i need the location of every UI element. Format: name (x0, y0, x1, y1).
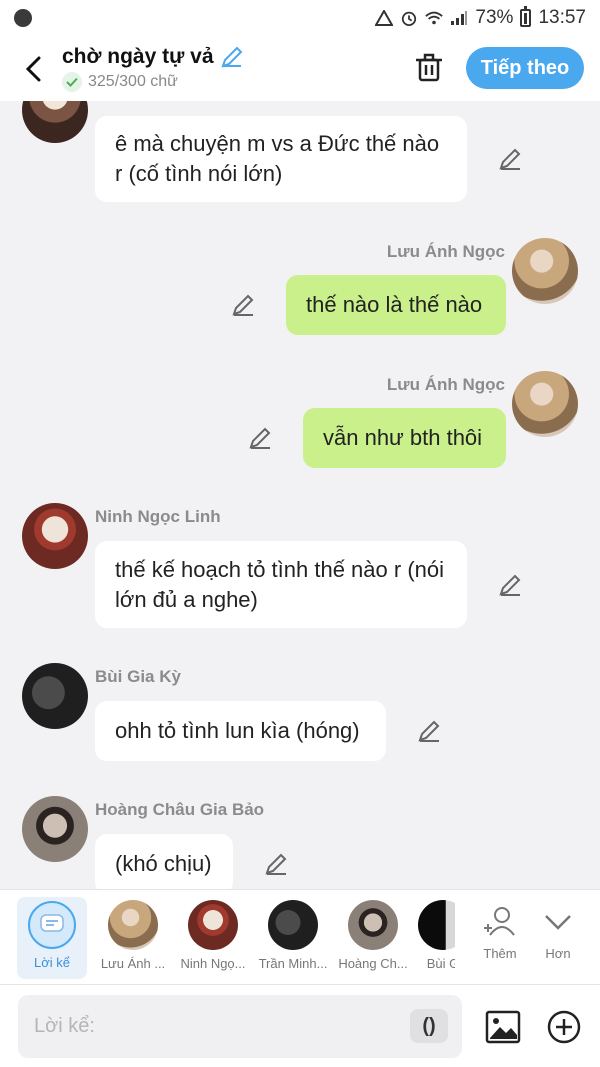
chevron-left-icon (25, 56, 41, 81)
pencil-icon[interactable] (264, 852, 288, 876)
story-title: chờ ngày tự vả (62, 45, 214, 68)
back-button[interactable] (16, 52, 50, 86)
message-text: ohh tỏ tình lun kìa (hóng) (115, 718, 360, 743)
input-bar: () (0, 984, 600, 1067)
avatar[interactable] (22, 503, 88, 569)
avatar[interactable] (22, 796, 88, 862)
battery-icon (520, 6, 532, 27)
image-icon[interactable] (485, 1009, 521, 1045)
character-name: Hoàng Ch... (338, 956, 408, 971)
narrator-tab[interactable]: Lời kể (17, 897, 87, 979)
plus-circle-icon[interactable] (546, 1009, 582, 1045)
character-name: Lưu Ánh ... (100, 956, 166, 971)
signal-icon (451, 11, 468, 25)
more-label: Hơn (545, 946, 571, 961)
character-item[interactable]: Lưu Ánh ... (93, 890, 173, 985)
message-text: thế nào là thế nào (306, 292, 483, 317)
status-bar: 73% 13:57 (0, 0, 600, 36)
character-name: Bùi G (426, 956, 455, 971)
next-button[interactable]: Tiếp theo (466, 47, 584, 89)
sender-name: Lưu Ánh Ngọc (386, 375, 505, 394)
character-name: Trần Minh... (258, 956, 328, 971)
sender-name: Bùi Gia Kỳ (95, 667, 181, 686)
message-bubble[interactable]: ohh tỏ tình lun kìa (hóng) (95, 701, 386, 761)
message-bubble[interactable]: thế kế hoạch tỏ tình thế nào r (nói lớn … (95, 541, 467, 628)
edit-title-icon[interactable] (220, 45, 244, 69)
avatar[interactable] (512, 238, 578, 304)
data-transfer-icon (375, 10, 394, 26)
chat-area: ê mà chuyện m vs a Đức thế nào r (cố tìn… (0, 101, 600, 889)
avatar (268, 900, 318, 950)
narrator-label: Lời kể (34, 955, 70, 970)
message-bubble[interactable]: thế nào là thế nào (286, 275, 506, 335)
character-item[interactable]: Ninh Ngọ... (173, 890, 253, 985)
pencil-icon[interactable] (498, 147, 522, 171)
avatar (418, 900, 455, 950)
chevron-down-icon (545, 915, 571, 930)
narration-input[interactable] (18, 995, 462, 1058)
message-text: vẫn như bth thôi (323, 425, 483, 450)
word-count: 325/300 chữ (88, 73, 178, 90)
wifi-icon (425, 11, 444, 25)
message-bubble[interactable]: ê mà chuyện m vs a Đức thế nào r (cố tìn… (95, 116, 467, 202)
clock: 13:57 (538, 7, 586, 28)
trash-icon[interactable] (412, 50, 446, 84)
pencil-icon[interactable] (417, 719, 441, 743)
sender-name: Hoàng Châu Gia Bảo (95, 800, 265, 819)
message-bubble[interactable]: vẫn như bth thôi (303, 408, 506, 468)
character-item[interactable]: Bùi G (413, 890, 455, 985)
avatar (348, 900, 398, 950)
character-name: Ninh Ngọ... (180, 956, 246, 971)
avatar[interactable] (22, 663, 88, 729)
check-icon (62, 72, 82, 92)
pencil-icon[interactable] (231, 293, 255, 317)
sender-name: Lưu Ánh Ngọc (386, 242, 505, 261)
character-item[interactable]: Hoàng Ch... (333, 890, 413, 985)
message-text: (khó chịu) (115, 851, 212, 876)
pencil-icon[interactable] (248, 426, 272, 450)
header: chờ ngày tự vả 325/300 chữ Tiếp theo (0, 36, 600, 101)
character-bar: Lời kể Lưu Ánh ... Ninh Ngọ... Trần Minh… (0, 889, 600, 984)
message-text: thế kế hoạch tỏ tình thế nào r (nói lớn … (115, 556, 445, 612)
alarm-icon (402, 11, 417, 26)
more-button[interactable]: Hơn (518, 890, 598, 985)
add-label: Thêm (483, 946, 517, 961)
avatar (108, 900, 158, 950)
chat-bubble-icon (40, 914, 64, 932)
avatar (188, 900, 238, 950)
message-text: ê mà chuyện m vs a Đức thế nào r (cố tìn… (115, 131, 440, 186)
battery-percent: 73% (475, 7, 514, 28)
message-bubble[interactable]: (khó chịu) (95, 834, 233, 889)
character-item[interactable]: Trần Minh... (253, 890, 333, 985)
parentheses-button[interactable]: () (410, 1009, 448, 1043)
sender-name: Ninh Ngọc Linh (95, 507, 221, 526)
avatar[interactable] (512, 371, 578, 437)
pencil-icon[interactable] (498, 573, 522, 597)
avatar[interactable] (22, 101, 88, 143)
add-person-icon (484, 907, 515, 936)
globe-icon (14, 9, 32, 27)
